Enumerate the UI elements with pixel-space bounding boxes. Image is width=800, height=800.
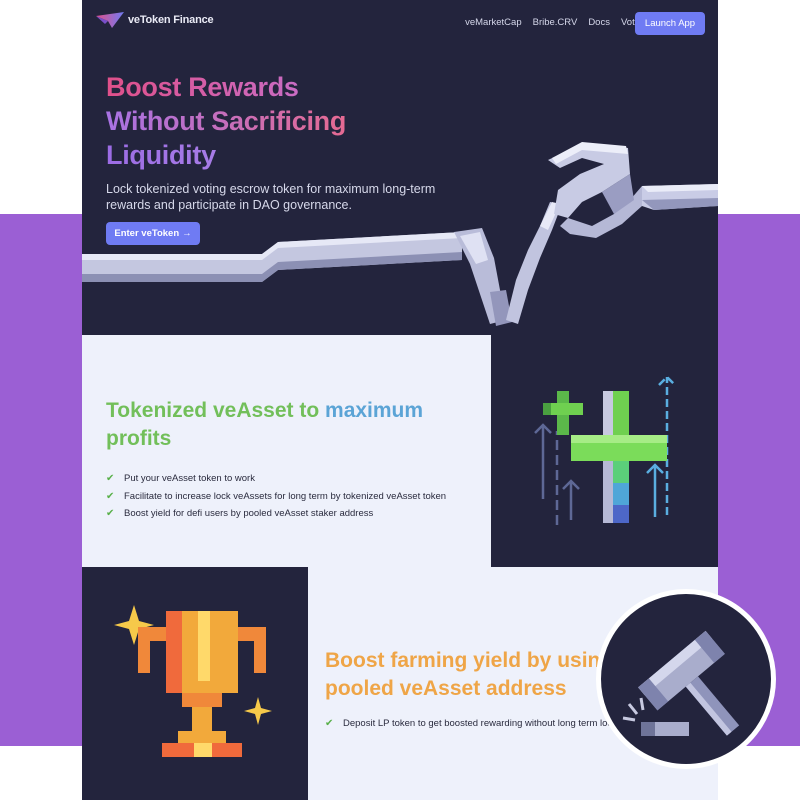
nav-links: veMarketCap Bribe.CRV Docs Vote — [465, 17, 640, 28]
enter-vetoken-label: Enter veToken — [114, 228, 180, 239]
nav-link-docs[interactable]: Docs — [588, 17, 610, 28]
title-part-blue: maximum — [325, 399, 424, 422]
hero-subtitle: Lock tokenized voting escrow token for m… — [106, 182, 436, 212]
nav-link-bribe-crv[interactable]: Bribe.CRV — [533, 17, 578, 28]
trophy-illustration-panel — [82, 567, 308, 800]
enter-vetoken-button[interactable]: Enter veToken → — [106, 222, 200, 245]
farming-feature-list: ✔ Deposit LP token to get boosted rewardi… — [325, 718, 630, 729]
feature-text: Boost yield for defi users by pooled veA… — [124, 508, 374, 520]
hammer-icon — [622, 630, 740, 736]
hero-section: veToken Finance veMarketCap Bribe.CRV Do… — [82, 0, 718, 335]
tokenized-section-title: Tokenized veAsset to maximum profits — [106, 397, 466, 453]
check-icon: ✔ — [106, 490, 115, 502]
farming-title-line-2: pooled veAsset address — [325, 677, 567, 700]
arrow-right-icon: → — [182, 228, 192, 239]
farming-title-line-1: Boost farming yield by usin — [325, 649, 601, 672]
vetoken-logo-icon — [96, 12, 124, 28]
tokenized-feature-list: ✔ Put your veAsset token to work ✔ Facilit… — [106, 470, 446, 523]
list-item: ✔ Boost yield for defi users by pooled ve… — [106, 505, 446, 523]
feature-text: Put your veAsset token to work — [124, 473, 255, 485]
launch-app-button[interactable]: Launch App — [635, 12, 705, 35]
hero-title: Boost Rewards Without Sacrificing Liquid… — [106, 70, 436, 172]
title-part-green: Tokenized veAsset to — [106, 399, 326, 422]
feature-text: Facilitate to increase lock veAssets for… — [124, 490, 447, 502]
hero-title-line-2: Without Sacrificing — [106, 106, 347, 136]
list-item: ✔ Facilitate to increase lock veAssets fo… — [106, 488, 446, 506]
brand-name: veToken Finance — [128, 14, 214, 26]
hero-title-line-1: Boost Rewards — [106, 72, 299, 102]
check-icon: ✔ — [106, 473, 115, 485]
top-navbar: veToken Finance veMarketCap Bribe.CRV Do… — [82, 0, 718, 46]
hammer-badge — [596, 589, 776, 769]
list-item: ✔ Put your veAsset token to work — [106, 470, 446, 488]
feature-text: Deposit LP token to get boosted rewardin… — [343, 718, 630, 729]
growth-illustration-panel — [491, 335, 718, 567]
brand-logo[interactable]: veToken Finance — [96, 12, 214, 28]
hero-title-line-3: Liquidity — [106, 140, 216, 170]
plus-growth-icon — [534, 375, 676, 525]
check-icon: ✔ — [106, 508, 115, 520]
list-item: ✔ Deposit LP token to get boosted rewardi… — [325, 718, 630, 729]
title-part-green-2: profits — [106, 427, 172, 450]
check-icon: ✔ — [325, 718, 334, 729]
trophy-icon — [114, 605, 272, 757]
nav-link-vemarketcap[interactable]: veMarketCap — [465, 17, 522, 28]
